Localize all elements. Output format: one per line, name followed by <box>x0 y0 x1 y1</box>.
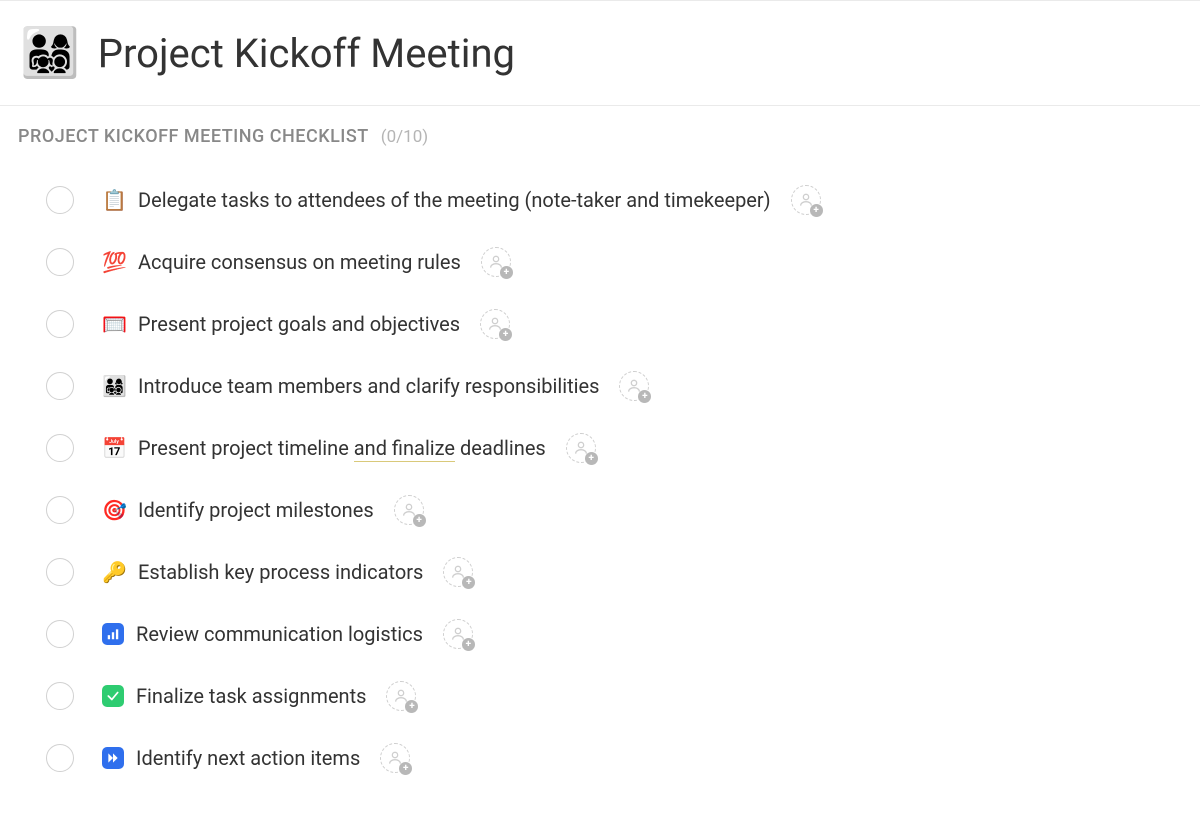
item-body: 🔑 Establish key process indicators + <box>102 557 1200 587</box>
page-title: Project Kickoff Meeting <box>98 30 515 77</box>
item-label: Present project timeline and finalize de… <box>138 436 546 460</box>
assignee-add-button[interactable]: + <box>566 433 596 463</box>
checklist-item[interactable]: 💯 Acquire consensus on meeting rules + <box>46 231 1200 293</box>
item-body: Identify next action items + <box>102 743 1200 773</box>
checklist-item[interactable]: Finalize task assignments + <box>46 665 1200 727</box>
assignee-add-button[interactable]: + <box>443 557 473 587</box>
item-label: Introduce team members and clarify respo… <box>138 374 599 398</box>
checklist: 📋 Delegate tasks to attendees of the mee… <box>0 157 1200 789</box>
checklist-item[interactable]: Identify next action items + <box>46 727 1200 789</box>
item-body: 💯 Acquire consensus on meeting rules + <box>102 247 1200 277</box>
item-checkbox[interactable] <box>46 186 74 214</box>
item-label: Establish key process indicators <box>138 560 423 584</box>
item-body: Finalize task assignments + <box>102 681 1200 711</box>
item-icon: 🥅 <box>102 312 126 336</box>
item-checkbox[interactable] <box>46 434 74 462</box>
item-label: Identify next action items <box>136 746 360 770</box>
assignee-add-button[interactable]: + <box>380 743 410 773</box>
item-body: Review communication logistics + <box>102 619 1200 649</box>
item-body: 📋 Delegate tasks to attendees of the mee… <box>102 185 1200 215</box>
page-container: 👨‍👩‍👧‍👦 Project Kickoff Meeting PROJECT … <box>0 0 1200 837</box>
assignee-add-button[interactable]: + <box>386 681 416 711</box>
checklist-item[interactable]: 🥅 Present project goals and objectives + <box>46 293 1200 355</box>
item-checkbox[interactable] <box>46 496 74 524</box>
item-icon: 💯 <box>102 250 126 274</box>
item-checkbox[interactable] <box>46 744 74 772</box>
checklist-item[interactable]: 🔑 Establish key process indicators + <box>46 541 1200 603</box>
item-label: Present project goals and objectives <box>138 312 460 336</box>
item-body: 📅 Present project timeline and finalize … <box>102 433 1200 463</box>
section-header: PROJECT KICKOFF MEETING CHECKLIST (0/10) <box>0 106 1200 157</box>
item-icon: 🎯 <box>102 498 126 522</box>
assignee-add-button[interactable]: + <box>480 309 510 339</box>
check-square-icon <box>102 685 124 707</box>
header-family-icon: 👨‍👩‍👧‍👦 <box>20 29 80 77</box>
forward-square-icon <box>102 747 124 769</box>
item-label: Review communication logistics <box>136 622 423 646</box>
item-checkbox[interactable] <box>46 620 74 648</box>
item-checkbox[interactable] <box>46 310 74 338</box>
item-icon: 👨‍👩‍👧‍👦 <box>102 374 126 398</box>
item-label: Identify project milestones <box>138 498 374 522</box>
item-icon: 📅 <box>102 436 126 460</box>
checklist-item[interactable]: 📅 Present project timeline and finalize … <box>46 417 1200 479</box>
item-icon: 📋 <box>102 188 126 212</box>
item-checkbox[interactable] <box>46 558 74 586</box>
item-checkbox[interactable] <box>46 372 74 400</box>
item-body: 🎯 Identify project milestones + <box>102 495 1200 525</box>
section-count: (0/10) <box>381 127 428 147</box>
bar-chart-square-icon <box>102 623 124 645</box>
page-header: 👨‍👩‍👧‍👦 Project Kickoff Meeting <box>0 1 1200 106</box>
assignee-add-button[interactable]: + <box>791 185 821 215</box>
assignee-add-button[interactable]: + <box>481 247 511 277</box>
item-checkbox[interactable] <box>46 248 74 276</box>
assignee-add-button[interactable]: + <box>443 619 473 649</box>
assignee-add-button[interactable]: + <box>619 371 649 401</box>
item-body: 👨‍👩‍👧‍👦 Introduce team members and clari… <box>102 371 1200 401</box>
checklist-item[interactable]: 📋 Delegate tasks to attendees of the mee… <box>46 169 1200 231</box>
checklist-item[interactable]: 👨‍👩‍👧‍👦 Introduce team members and clari… <box>46 355 1200 417</box>
item-icon: 🔑 <box>102 560 126 584</box>
item-label: Acquire consensus on meeting rules <box>138 250 461 274</box>
item-checkbox[interactable] <box>46 682 74 710</box>
section-title: PROJECT KICKOFF MEETING CHECKLIST <box>18 126 369 147</box>
checklist-item[interactable]: Review communication logistics + <box>46 603 1200 665</box>
item-label: Delegate tasks to attendees of the meeti… <box>138 188 771 212</box>
item-label: Finalize task assignments <box>136 684 366 708</box>
assignee-add-button[interactable]: + <box>394 495 424 525</box>
item-body: 🥅 Present project goals and objectives + <box>102 309 1200 339</box>
checklist-item[interactable]: 🎯 Identify project milestones + <box>46 479 1200 541</box>
